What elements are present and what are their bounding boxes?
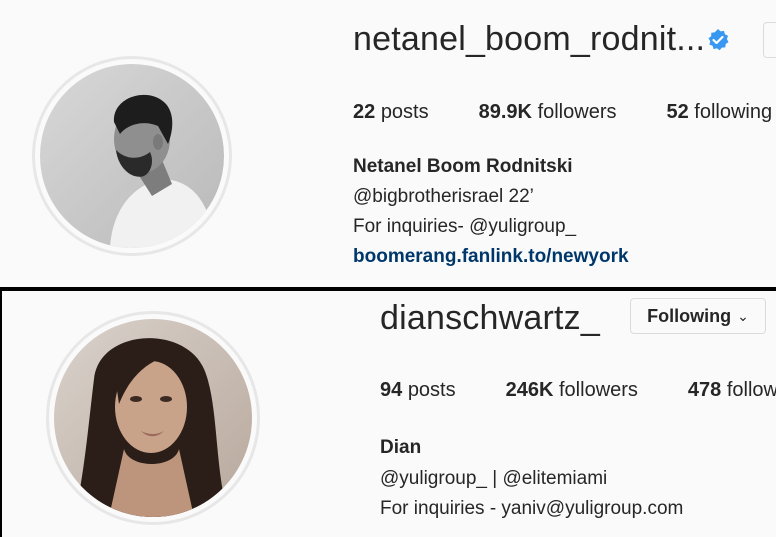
stat-following[interactable]: 52 following	[666, 101, 772, 124]
profile-header-dian: dianschwartz_ Following ⌄ 94 posts 246K f…	[0, 291, 776, 537]
bio-website-link[interactable]: boomerang.fanlink.to/newyork	[353, 246, 629, 268]
profile-stats: 94 posts 246K followers 478 following	[380, 379, 776, 402]
stat-posts[interactable]: 94 posts	[380, 379, 456, 402]
verified-badge-icon	[708, 29, 729, 51]
bio-full-name: Dian	[380, 437, 422, 458]
bio-line: For inquiries - yaniv@yuligroup.com	[380, 498, 684, 519]
profile-username: dianschwartz_	[380, 299, 600, 337]
bio-full-name: Netanel Boom Rodnitski	[353, 156, 573, 177]
bio-line: For inquiries- @yuligroup_	[353, 216, 577, 237]
stat-followers[interactable]: 89.9K followers	[479, 101, 617, 124]
stat-followers[interactable]: 246K followers	[506, 379, 638, 402]
stat-posts[interactable]: 22 posts	[353, 101, 429, 124]
following-button[interactable]: Following ⌄	[630, 298, 766, 334]
chevron-down-icon: ⌄	[737, 307, 749, 324]
avatar[interactable]	[40, 64, 224, 248]
bio-line: @yuligroup_ | @elitemiami	[380, 468, 608, 489]
profile-header-netanel: netanel_boom_rodnit... 22 posts 89.9K fo…	[0, 0, 776, 287]
action-button-partial[interactable]	[763, 22, 776, 58]
profile-stats: 22 posts 89.9K followers 52 following	[353, 101, 776, 124]
profile-photo-icon	[40, 64, 224, 248]
stat-following[interactable]: 478 following	[688, 379, 776, 402]
profile-photo-icon	[54, 319, 252, 517]
bio-line: @bigbrotherisrael 22’	[353, 186, 534, 207]
avatar[interactable]	[54, 319, 252, 517]
profile-username: netanel_boom_rodnit...	[353, 20, 706, 58]
